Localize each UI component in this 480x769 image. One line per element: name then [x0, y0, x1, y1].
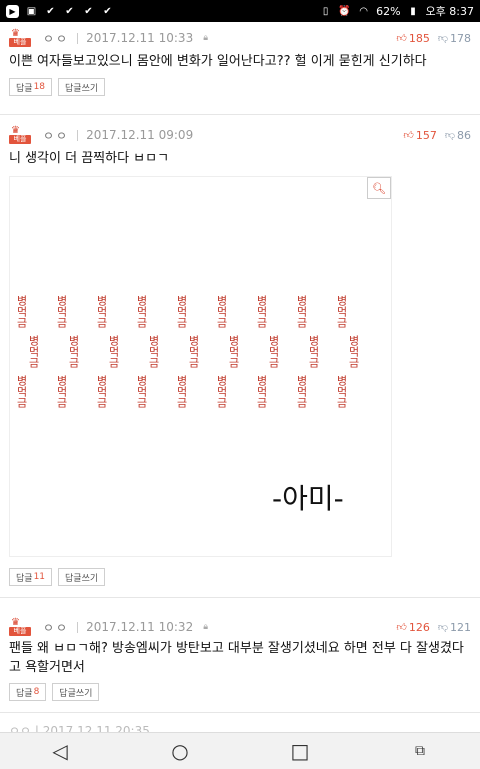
write-reply-button[interactable]: 답글쓰기: [58, 568, 106, 586]
upvote-button[interactable]: 👍︎ 126: [396, 621, 429, 634]
divider: [77, 621, 79, 633]
comment-header: ♛ 베플 ㅇㅇ 2017.12.11 10:32 🔒︎ 👍︎ 126 👎︎ 121: [9, 617, 471, 637]
word-art-text: 병먹금: [55, 295, 68, 328]
divider: [77, 32, 79, 44]
comment-item: ♛ 베플 ㅇㅇ 2017.12.11 10:32 🔒︎ 👍︎ 126 👎︎ 121 …: [0, 617, 480, 717]
downvote-button[interactable]: 👎︎ 86: [445, 129, 471, 142]
comment-item: ♛ 베플 ㅇㅇ 2017.12.11 10:33 🔒︎ 👍︎ 185 👎︎ 178 …: [0, 28, 480, 106]
word-art-text: 병먹금: [95, 295, 108, 328]
downvote-button[interactable]: 👎︎ 121: [438, 621, 471, 634]
word-art-grid: 병먹금 병먹금 병먹금 병먹금 병먹금 병먹금 병먹금 병먹금 병먹금 병먹금 병먹금 병먹금 병먹금 병…: [15, 295, 373, 415]
word-art-text: 병먹금: [227, 335, 240, 368]
word-art-text: 병먹금: [175, 295, 188, 328]
write-reply-button[interactable]: 답글쓰기: [58, 78, 106, 96]
thumbs-down-icon: 👎︎: [437, 622, 448, 633]
best-badge: ♛ 베플: [9, 29, 33, 47]
clock: 오후 8:37: [425, 5, 474, 18]
word-art-text: 병먹금: [307, 335, 320, 368]
alarm-icon: ⏰: [338, 5, 351, 17]
word-art-text: 병먹금: [267, 335, 280, 368]
battery-percent: 62%: [376, 4, 401, 18]
divider: [0, 114, 480, 115]
battery-icon: ▮: [410, 5, 416, 17]
best-badge: ♛ 베플: [9, 618, 33, 636]
status-bar: ▶ ▣ ✔ ✔ ✔ ✔ ▯ ⏰ ◠ 62% ▮ 오후 8:37: [0, 0, 480, 22]
divider: [77, 129, 79, 141]
write-reply-button[interactable]: 답글쓰기: [52, 683, 100, 701]
comment-date: 2017.12.11 10:33: [86, 31, 194, 45]
upvote-button[interactable]: 👍︎ 185: [396, 32, 429, 45]
lock-icon: 🔒︎: [203, 33, 208, 43]
back-icon[interactable]: ◁: [40, 736, 80, 766]
word-art-text: 병먹금: [67, 335, 80, 368]
word-art-text: 병먹금: [347, 335, 360, 368]
recents-icon[interactable]: □: [280, 736, 320, 766]
word-art-text: 병먹금: [95, 375, 108, 408]
lock-icon: 🔒︎: [203, 622, 208, 632]
word-art-text: 병먹금: [215, 295, 228, 328]
word-art-text: 병먹금: [135, 295, 148, 328]
comment-date: 2017.12.11 10:32: [86, 620, 194, 634]
word-art-text: 병먹금: [215, 375, 228, 408]
comment-date: 2017.12.11 09:09: [86, 128, 194, 142]
check-icon: ✔: [65, 5, 74, 17]
dual-window-icon[interactable]: ⧉: [400, 736, 440, 766]
wifi-icon: ◠: [359, 5, 368, 17]
check-icon: ✔: [103, 5, 112, 17]
image-caption: -아미-: [272, 482, 344, 515]
check-icon: ✔: [84, 5, 93, 17]
comment-text: 니 생각이 더 끔찍하다 ㅂㅁㄱ: [9, 151, 170, 166]
author-name[interactable]: ㅇㅇ: [43, 127, 69, 144]
word-art-text: 병먹금: [15, 375, 28, 408]
word-art-text: 병먹금: [255, 375, 268, 408]
reply-count-button[interactable]: 답글 11: [9, 568, 53, 586]
comment-header: ♛ 베플 ㅇㅇ 2017.12.11 09:09 👍︎ 157 👎︎ 86: [9, 125, 471, 145]
comment-text: 팬들 왜 ㅂㅁㄱ해? 방송엠씨가 방탄보고 대부분 잘생기셨네요 하면 전부 다…: [9, 641, 464, 675]
word-art-text: 병먹금: [107, 335, 120, 368]
word-art-text: 병먹금: [335, 295, 348, 328]
gallery-icon: ▣: [26, 5, 37, 17]
author-name[interactable]: ㅇㅇ: [43, 30, 69, 47]
divider: [0, 712, 480, 713]
thumbs-down-icon: 👎︎: [437, 33, 448, 44]
thumbs-up-icon: 👍︎: [403, 130, 414, 141]
thumbs-down-icon: 👎︎: [444, 130, 455, 141]
comment-header: ♛ 베플 ㅇㅇ 2017.12.11 10:33 🔒︎ 👍︎ 185 👎︎ 178: [9, 28, 471, 48]
word-art-text: 병먹금: [335, 375, 348, 408]
word-art-text: 병먹금: [135, 375, 148, 408]
downvote-button[interactable]: 👎︎ 178: [438, 32, 471, 45]
word-art-text: 병먹금: [27, 335, 40, 368]
divider: [0, 597, 480, 598]
word-art-text: 병먹금: [255, 295, 268, 328]
next-comment-header: ㅇㅇ | 2017.12.11 20:35: [9, 724, 150, 732]
comment-text: 이쁜 여자들보고있으니 몸안에 변화가 일어난다고?? 헐 이게 묻힌게 신기하…: [9, 54, 427, 69]
vibrate-icon: ▯: [322, 5, 329, 17]
reply-count-button[interactable]: 답글 18: [9, 78, 53, 96]
word-art-text: 병먹금: [15, 295, 28, 328]
thumbs-up-icon: 👍︎: [396, 622, 407, 633]
thumbs-up-icon: 👍︎: [396, 33, 407, 44]
word-art-text: 병먹금: [147, 335, 160, 368]
best-badge: ♛ 베플: [9, 126, 33, 144]
word-art-text: 병먹금: [187, 335, 200, 368]
upvote-button[interactable]: 👍︎ 157: [403, 129, 436, 142]
navigation-bar: ◁ ○ □ ⧉: [0, 732, 480, 769]
word-art-text: 병먹금: [175, 375, 188, 408]
author-name[interactable]: ㅇㅇ: [43, 619, 69, 636]
home-icon[interactable]: ○: [160, 736, 200, 766]
check-icon: ✔: [46, 5, 55, 17]
word-art-text: 병먹금: [295, 295, 308, 328]
comment-image[interactable]: 🔍︎ 병먹금 병먹금 병먹금 병먹금 병먹금 병먹금 병먹금 병먹금 병먹금 병먹금 병먹금 병먹금 병…: [9, 176, 392, 557]
youtube-icon: ▶: [6, 4, 19, 18]
word-art-text: 병먹금: [55, 375, 68, 408]
zoom-icon[interactable]: 🔍︎: [367, 177, 391, 199]
reply-count-button[interactable]: 답글 8: [9, 683, 47, 701]
word-art-text: 병먹금: [295, 375, 308, 408]
